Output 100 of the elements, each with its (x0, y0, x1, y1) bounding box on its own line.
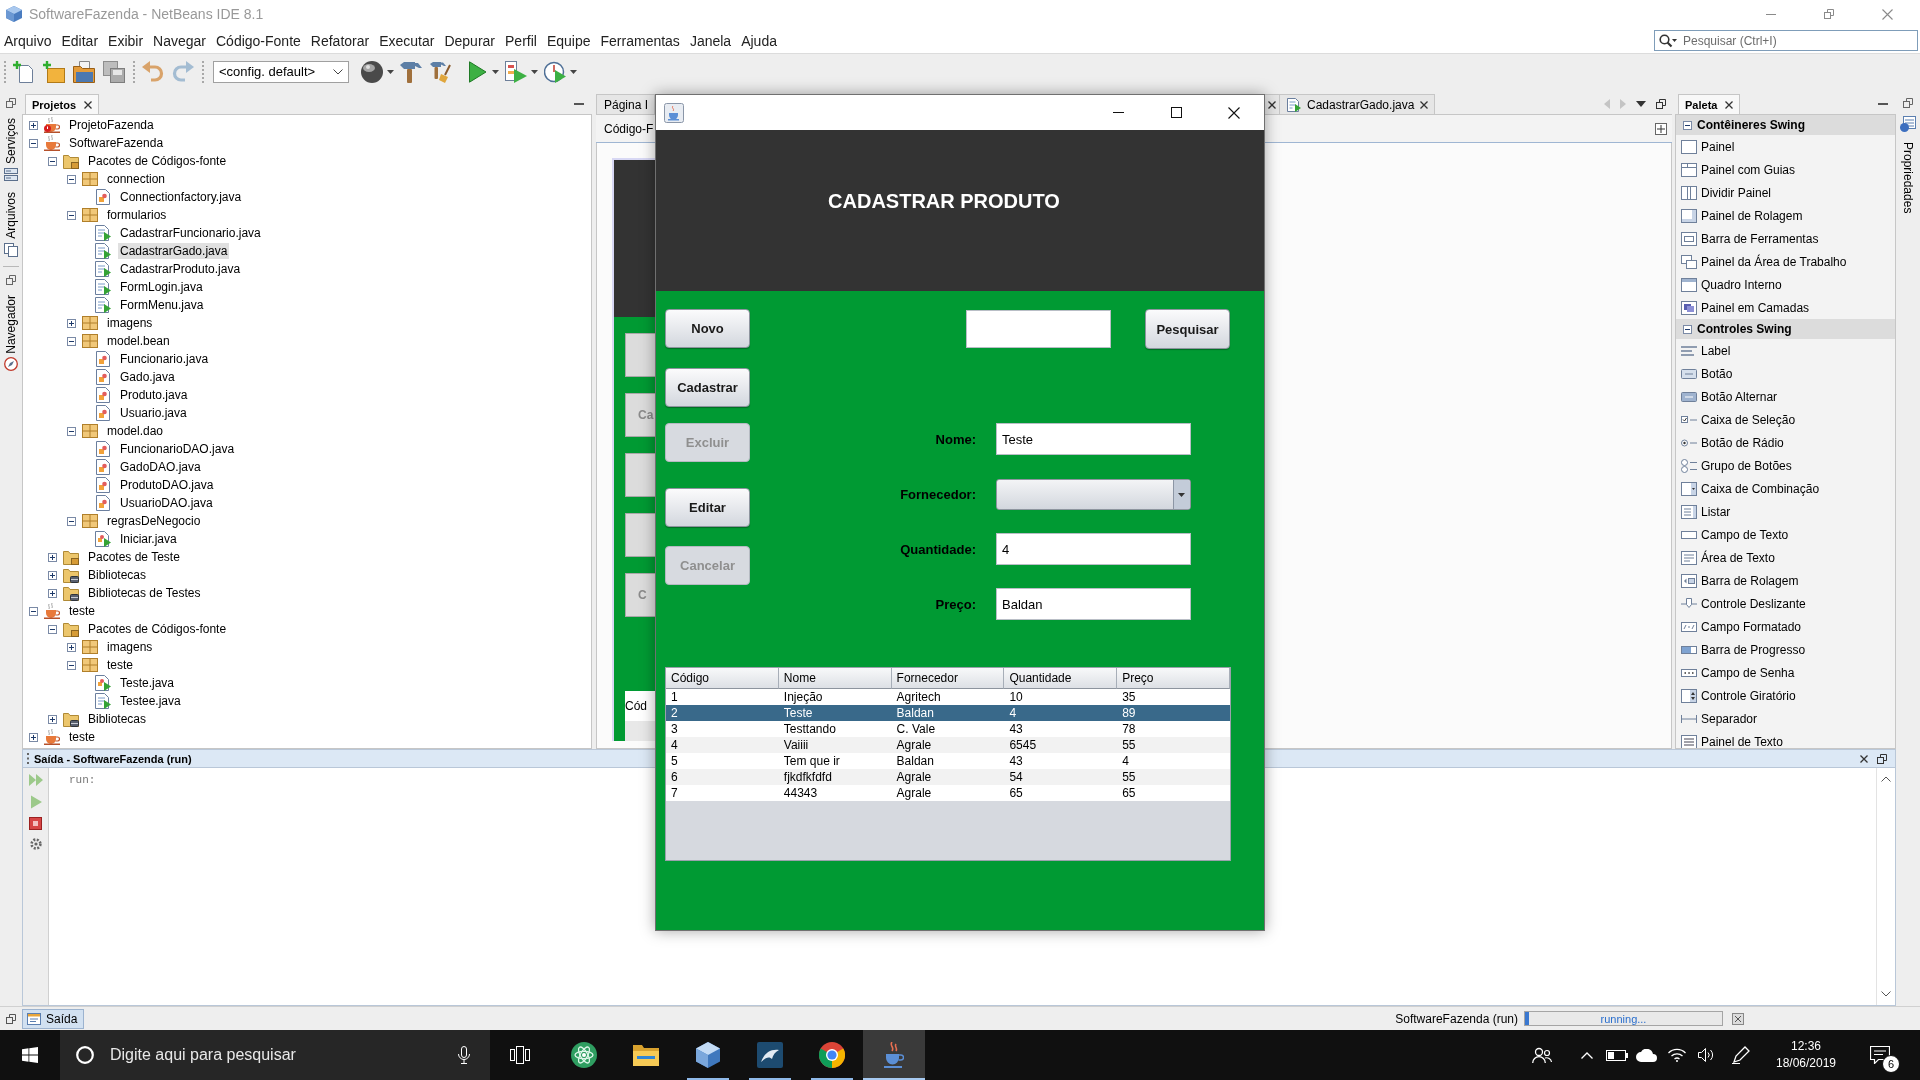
server-icon[interactable] (4, 168, 18, 182)
tree-item[interactable]: CadastrarProduto.java (118, 261, 243, 277)
table-row[interactable]: 2 Teste Baldan 4 89 (666, 705, 1230, 721)
column-header[interactable]: Preço (1117, 668, 1230, 689)
run-icon[interactable] (466, 60, 488, 83)
tree-item[interactable]: GadoDAO.java (118, 459, 203, 475)
new-project-icon[interactable] (43, 60, 65, 83)
palette-item[interactable]: Botão (1676, 362, 1895, 385)
table-row[interactable]: 5 Tem que ir Baldan 43 4 (666, 753, 1230, 769)
close-icon[interactable] (1725, 100, 1734, 109)
menu-item[interactable]: Exibir (103, 32, 149, 49)
palette-item[interactable]: Dividir Painel (1676, 181, 1895, 204)
menu-item[interactable]: Refatorar (305, 32, 375, 49)
menu-item[interactable]: Código-Fonte (211, 32, 306, 49)
plus-box-icon[interactable] (67, 642, 76, 652)
caret-icon[interactable] (1636, 101, 1646, 107)
palette-item[interactable]: Barra de Ferramentas (1676, 227, 1895, 250)
tree-item[interactable]: imagens (105, 639, 155, 655)
tree-item[interactable]: ProdutoDAO.java (118, 477, 216, 493)
palette-item[interactable]: Caixa de Seleção (1676, 408, 1895, 431)
cube-icon[interactable] (696, 1042, 720, 1068)
minus-box-icon[interactable] (67, 336, 76, 346)
palette-item[interactable]: Campo Formatado (1676, 615, 1895, 638)
table-row[interactable]: 4 Vaiiii Agrale 6545 55 (666, 737, 1230, 753)
tree-item[interactable]: imagens (105, 315, 155, 331)
menu-item[interactable]: Perfil (500, 32, 542, 49)
tree-item[interactable]: Pacotes de Códigos-fonte (86, 153, 229, 169)
action-button[interactable]: Editar (665, 488, 750, 527)
menu-item[interactable]: Equipe (541, 32, 596, 49)
task-view-icon[interactable] (510, 1046, 530, 1064)
palette-item[interactable]: Painel em Camadas (1676, 296, 1895, 319)
side-tab[interactable]: Arquivos (4, 192, 18, 239)
palette-item[interactable]: Grupo de Botões (1676, 454, 1895, 477)
plus-box-icon[interactable] (29, 732, 38, 742)
column-header[interactable]: Código (666, 668, 779, 689)
properties-icon[interactable] (1900, 116, 1916, 132)
new-file-icon[interactable] (13, 60, 35, 83)
tree-item[interactable]: Gado.java (118, 369, 177, 385)
palette-item[interactable]: Label (1676, 339, 1895, 362)
palette-item[interactable]: Painel (1676, 135, 1895, 158)
cancel-icon[interactable] (1732, 1012, 1744, 1025)
tree-item[interactable]: connection (105, 171, 168, 187)
message-icon[interactable] (1870, 1046, 1890, 1064)
tree-item[interactable]: model.bean (105, 333, 172, 349)
column-header[interactable]: Quantidade (1004, 668, 1118, 689)
tree-item[interactable]: FormMenu.java (118, 297, 206, 313)
minus-box-icon[interactable] (29, 606, 38, 616)
tree-item[interactable]: regrasDeNegocio (105, 513, 203, 529)
side-tab[interactable]: Navegador (4, 294, 18, 354)
plus-box-icon[interactable] (48, 570, 57, 580)
scroll-up-icon[interactable] (1881, 776, 1891, 782)
restore-icon[interactable] (1656, 99, 1666, 109)
view-tab[interactable]: Código-F (604, 121, 654, 136)
restore-icon[interactable] (6, 274, 16, 285)
action-button[interactable]: Cadastrar (665, 368, 750, 407)
palette-item[interactable]: Botão de Rádio (1676, 431, 1895, 454)
gear-icon[interactable] (29, 838, 42, 850)
minus-box-icon[interactable] (48, 156, 57, 166)
people-icon[interactable] (1532, 1047, 1552, 1063)
editor-tab[interactable]: CadastrarGado.java (1279, 94, 1436, 114)
tree-item[interactable]: Iniciar.java (118, 531, 179, 547)
tree-item[interactable]: formularios (105, 207, 169, 223)
round-logo-icon[interactable] (819, 1042, 845, 1068)
atom-icon[interactable] (571, 1042, 597, 1068)
palette-item[interactable]: Painel da Área de Trabalho (1676, 250, 1895, 273)
palette-item[interactable]: Painel com Guias (1676, 158, 1895, 181)
plus-box-icon[interactable] (1655, 122, 1667, 135)
start-icon[interactable] (22, 1047, 38, 1063)
minus-box-icon[interactable] (29, 138, 38, 148)
stop-icon[interactable] (29, 817, 42, 830)
maximize-icon[interactable] (1170, 107, 1182, 118)
tree-item[interactable]: Bibliotecas (86, 711, 149, 727)
tree-item[interactable]: ProjetoFazenda (67, 117, 156, 133)
table-row[interactable]: 3 Testtando C. Vale 43 78 (666, 721, 1230, 737)
open-folder-icon[interactable] (73, 60, 95, 83)
search-field[interactable]: Pesquisar (Ctrl+I) (1654, 30, 1918, 51)
panel-tab[interactable]: Paleta (1678, 94, 1741, 114)
minus-box-icon[interactable] (67, 210, 76, 220)
tree-item[interactable]: model.dao (105, 423, 166, 439)
palette-item[interactable]: Painel de Rolagem (1676, 204, 1895, 227)
microphone-icon[interactable] (458, 1046, 470, 1064)
side-tab[interactable]: Serviços (4, 118, 18, 164)
palette-item[interactable]: Separador (1676, 707, 1895, 730)
table-row[interactable]: 7 44343 Agrale 65 65 (666, 785, 1230, 801)
input-field[interactable]: Teste (996, 423, 1191, 455)
plus-box-icon[interactable] (48, 552, 57, 562)
tree-item[interactable]: Testee.java (118, 693, 183, 709)
search-field[interactable] (966, 310, 1111, 348)
restore-icon[interactable] (1903, 98, 1913, 108)
caret-icon[interactable] (492, 69, 499, 74)
tree-item[interactable]: Bibliotecas de Testes (86, 585, 203, 601)
menu-item[interactable]: Executar (374, 32, 440, 49)
search-button[interactable]: Pesquisar (1145, 309, 1230, 349)
tree-item[interactable]: Pacotes de Códigos-fonte (86, 621, 229, 637)
battery-icon[interactable] (1606, 1049, 1628, 1061)
table-row[interactable]: 1 Injeção Agritech 10 35 (666, 689, 1230, 705)
palette-item[interactable]: Botão Alternar (1676, 385, 1895, 408)
table-row[interactable]: 6 fjkdfkfdfd Agrale 54 55 (666, 769, 1230, 785)
side-tab[interactable]: Propriedades (1901, 142, 1915, 214)
minus-box-icon[interactable] (67, 516, 76, 526)
